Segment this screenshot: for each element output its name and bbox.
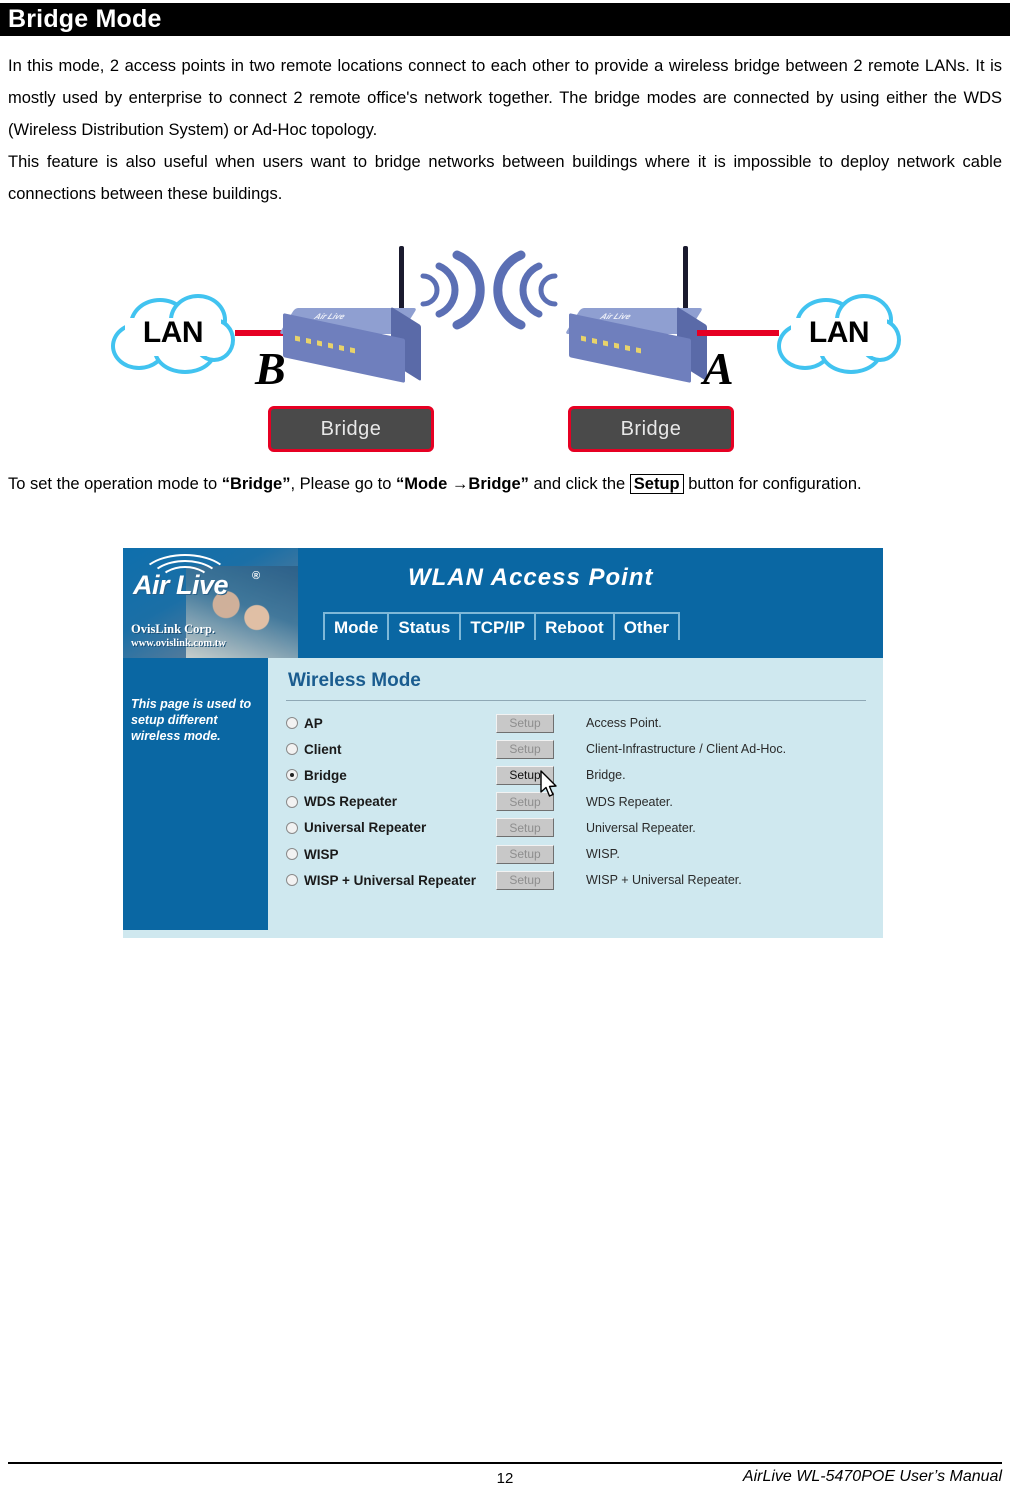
- section-divider: [286, 700, 866, 701]
- company-url: www.ovislink.com.tw: [131, 638, 226, 649]
- mode-description-wds-repeater: WDS Repeater.: [586, 794, 673, 809]
- mode-row-wisp-universal-repeater[interactable]: WISP + Universal Repeater Setup WISP + U…: [286, 867, 876, 893]
- mode-row-ap[interactable]: AP Setup Access Point.: [286, 710, 876, 736]
- company-name: OvisLink Corp.: [131, 622, 216, 636]
- device-brand-mark: Air Live: [312, 312, 347, 321]
- inline-setup-button[interactable]: Setup: [629, 474, 684, 494]
- ethernet-link-right: [697, 330, 779, 336]
- mode-row-universal-repeater[interactable]: Universal Repeater Setup Universal Repea…: [286, 815, 876, 841]
- mode-row-wisp[interactable]: WISP Setup WISP.: [286, 841, 876, 867]
- setup-button-wisp[interactable]: Setup: [496, 844, 554, 864]
- body-copy: In this mode, 2 access points in two rem…: [8, 50, 1002, 210]
- mode-label-universal-repeater: Universal Repeater: [304, 820, 427, 836]
- mode-row-client[interactable]: Client Setup Client-Infrastructure / Cli…: [286, 736, 876, 762]
- mode-description-wisp-universal-repeater: WISP + Universal Repeater.: [586, 873, 742, 888]
- device-letter-b: B: [255, 343, 286, 394]
- brand-name: Air Live: [133, 570, 229, 600]
- radio-bridge[interactable]: [286, 769, 298, 782]
- brand-logo-panel: Air Live ® OvisLink Corp. www.ovislink.c…: [123, 548, 298, 658]
- tab-other[interactable]: Other: [612, 612, 681, 640]
- tab-reboot[interactable]: Reboot: [534, 612, 613, 640]
- wireless-signal-left-icon: [403, 242, 493, 343]
- device-letter-a: A: [703, 343, 734, 394]
- bridge-badge-right: Bridge: [568, 406, 734, 452]
- instruction-menu-path: “Mode →Bridge”: [395, 475, 529, 493]
- setup-button-wisp-universal-repeater[interactable]: Setup: [496, 870, 554, 890]
- main-nav-tabs: Mode Status TCP/IP Reboot Other: [323, 612, 681, 640]
- bridge-topology-diagram: LAN Air Live Air Live LAN B A Bridge Bri…: [85, 234, 925, 459]
- lan-cloud-left: LAN: [109, 292, 237, 378]
- setup-button-universal-repeater[interactable]: Setup: [496, 818, 554, 838]
- radio-wds-repeater[interactable]: [286, 795, 298, 808]
- radio-client[interactable]: [286, 743, 298, 756]
- webui-body: This page is used to setup different wir…: [123, 658, 883, 938]
- setup-button-client[interactable]: Setup: [496, 739, 554, 759]
- paragraph-2: This feature is also useful when users w…: [8, 153, 1002, 203]
- lan-label-left: LAN: [142, 316, 204, 349]
- device-brand-mark: Air Live: [598, 312, 633, 321]
- mode-label-wisp-universal-repeater: WISP + Universal Repeater: [304, 872, 476, 888]
- radio-wisp-universal-repeater[interactable]: [286, 874, 298, 887]
- mode-description-universal-repeater: Universal Repeater.: [586, 820, 696, 835]
- instruction-part-1: To set the operation mode to: [8, 475, 222, 493]
- bridge-badge-left: Bridge: [268, 406, 434, 452]
- lan-label-right: LAN: [808, 316, 870, 349]
- wireless-mode-list: AP Setup Access Point. Client Setup Clie…: [286, 710, 876, 893]
- webui-product-title: WLAN Access Point: [408, 564, 654, 591]
- wireless-signal-right-icon: [485, 242, 575, 343]
- paragraph-1: In this mode, 2 access points in two rem…: [8, 57, 1002, 139]
- instruction-part-4: button for configuration.: [683, 475, 862, 493]
- mode-label-client: Client: [304, 741, 342, 757]
- sidebar-panel: This page is used to setup different wir…: [123, 658, 268, 930]
- mode-row-wds-repeater[interactable]: WDS Repeater Setup WDS Repeater.: [286, 789, 876, 815]
- radio-ap[interactable]: [286, 717, 298, 730]
- mode-description-bridge: Bridge.: [586, 768, 626, 783]
- setup-button-ap[interactable]: Setup: [496, 713, 554, 733]
- antenna-icon: [683, 246, 688, 316]
- tab-tcpip[interactable]: TCP/IP: [459, 612, 535, 640]
- page-title-bar: Bridge Mode: [0, 3, 1010, 36]
- section-heading: Wireless Mode: [288, 670, 421, 691]
- mode-row-bridge[interactable]: Bridge Setup Bridge.: [286, 762, 876, 798]
- mode-label-bridge: Bridge: [304, 767, 347, 783]
- tab-mode[interactable]: Mode: [323, 612, 388, 640]
- main-content-panel: Wireless Mode AP Setup Access Point. Cli…: [268, 658, 883, 938]
- radio-universal-repeater[interactable]: [286, 821, 298, 834]
- instruction-mode-name: “Bridge”: [221, 475, 291, 493]
- page-title: Bridge Mode: [8, 5, 162, 33]
- mode-label-ap: AP: [304, 715, 323, 731]
- sidebar-help-text: This page is used to setup different wir…: [131, 697, 252, 743]
- footer-manual-title: AirLive WL-5470POE User’s Manual: [742, 1468, 1002, 1485]
- footer-divider: [8, 1462, 1002, 1464]
- webui-header: Air Live ® OvisLink Corp. www.ovislink.c…: [123, 548, 883, 658]
- instruction-part-3: and click the: [528, 475, 630, 493]
- mode-description-client: Client-Infrastructure / Client Ad-Hoc.: [586, 742, 787, 757]
- tab-status[interactable]: Status: [387, 612, 460, 640]
- router-web-ui-screenshot: Air Live ® OvisLink Corp. www.ovislink.c…: [123, 548, 883, 938]
- lan-cloud-right: LAN: [775, 292, 903, 378]
- mode-label-wds-repeater: WDS Repeater: [304, 794, 398, 810]
- registered-trademark-icon: ®: [252, 570, 261, 582]
- radio-wisp[interactable]: [286, 848, 298, 861]
- mode-label-wisp: WISP: [304, 846, 339, 862]
- mode-description-ap: Access Point.: [586, 716, 662, 731]
- instruction-part-2: , Please go to: [290, 475, 396, 493]
- instruction-paragraph: To set the operation mode to “Bridge”, P…: [8, 468, 1002, 500]
- mode-description-wisp: WISP.: [586, 847, 620, 862]
